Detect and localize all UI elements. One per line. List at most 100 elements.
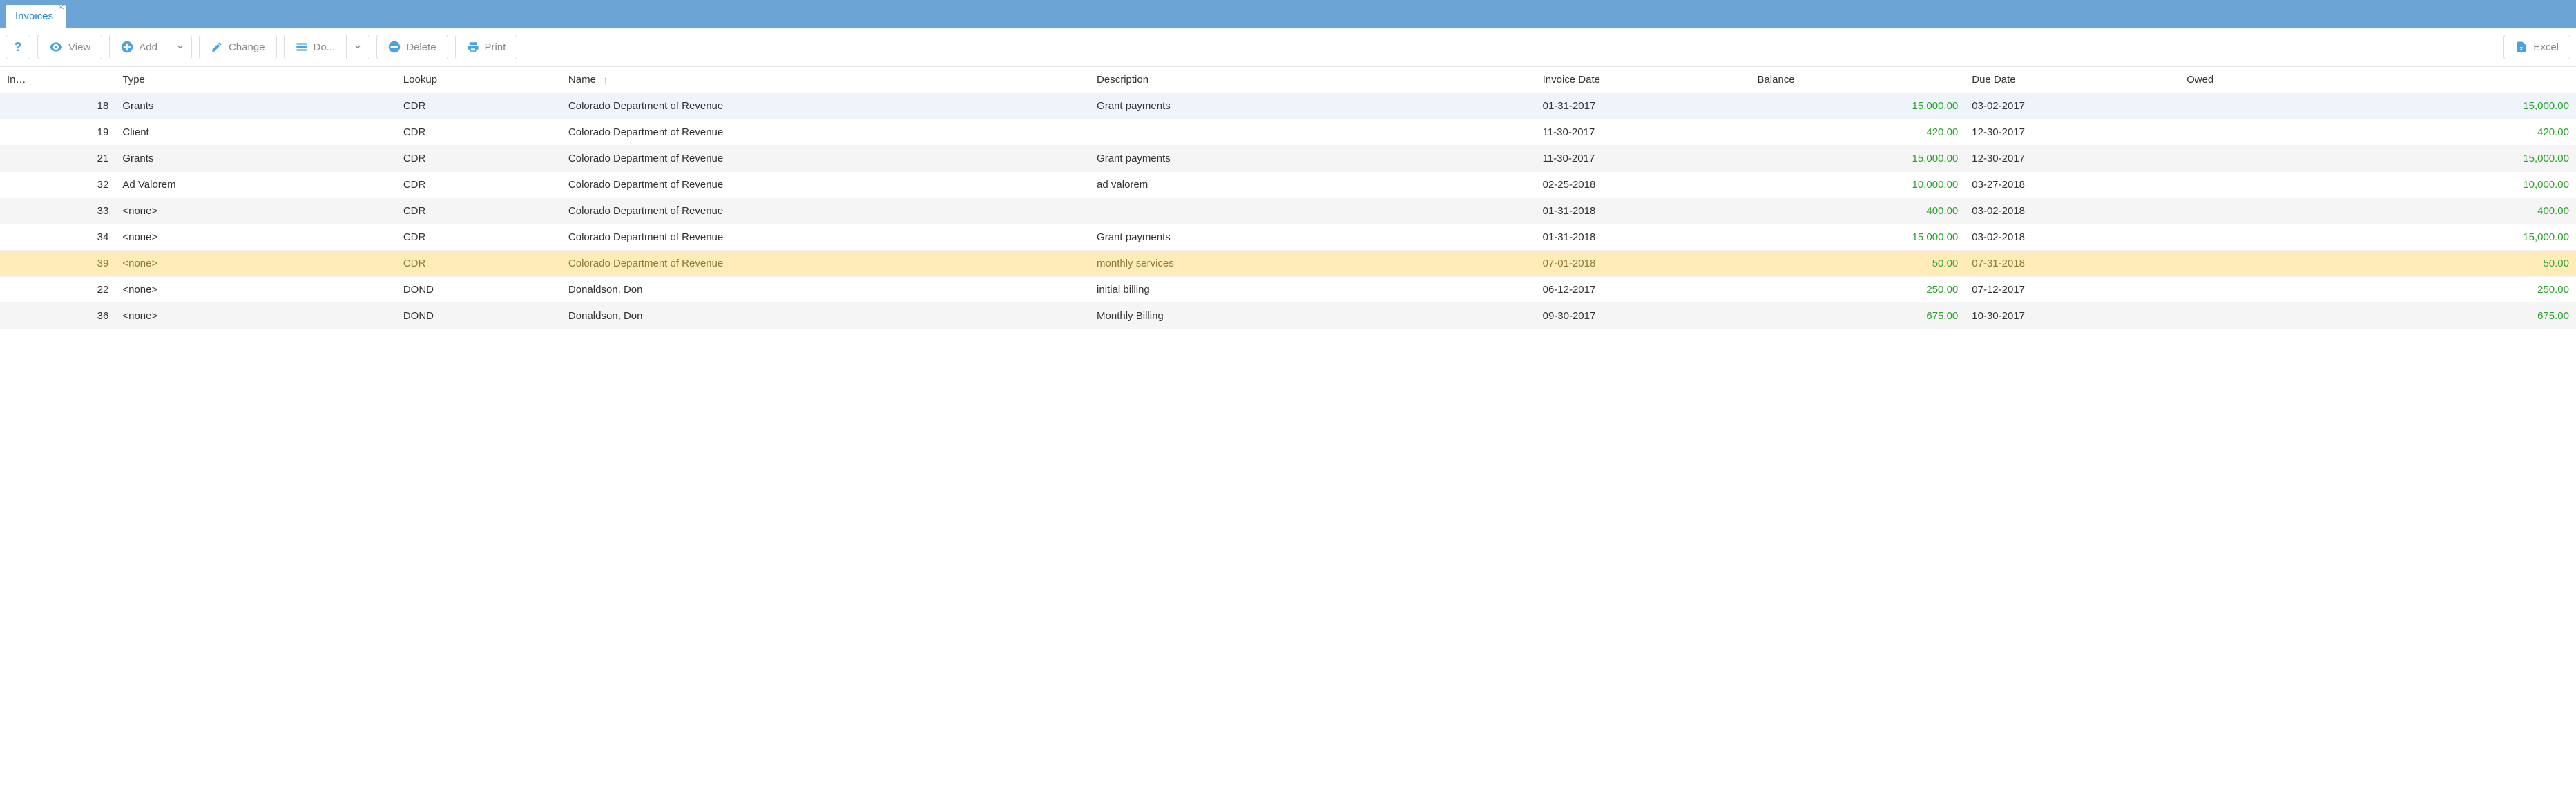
cell-owed: 15,000.00 bbox=[2180, 224, 2576, 251]
table-row[interactable]: 34<none>CDRColorado Department of Revenu… bbox=[0, 224, 2576, 251]
cell-description: Grant payments bbox=[1090, 93, 1536, 119]
help-button[interactable]: ? bbox=[6, 35, 30, 59]
excel-icon bbox=[2515, 41, 2528, 53]
cell-lookup: DOND bbox=[396, 303, 561, 329]
tab-invoices[interactable]: Invoices × bbox=[6, 5, 66, 28]
add-label: Add bbox=[139, 41, 157, 53]
table-row[interactable]: 39<none>CDRColorado Department of Revenu… bbox=[0, 251, 2576, 277]
cell-name: Donaldson, Don bbox=[561, 277, 1090, 303]
cell-type: <none> bbox=[115, 303, 396, 329]
app-root: Invoices × ? View Add bbox=[0, 0, 2576, 329]
view-button[interactable]: View bbox=[37, 35, 102, 59]
cell-balance: 675.00 bbox=[1750, 303, 1965, 329]
cell-index: 18 bbox=[0, 93, 115, 119]
delete-button[interactable]: Delete bbox=[376, 35, 448, 59]
cell-lookup: CDR bbox=[396, 119, 561, 146]
table-row[interactable]: 21GrantsCDRColorado Department of Revenu… bbox=[0, 146, 2576, 172]
cell-due-date: 12-30-2017 bbox=[1965, 146, 2180, 172]
table-row[interactable]: 18GrantsCDRColorado Department of Revenu… bbox=[0, 93, 2576, 119]
excel-button[interactable]: Excel bbox=[2503, 35, 2570, 59]
cell-invoice-date: 02-25-2018 bbox=[1536, 172, 1751, 198]
cell-due-date: 12-30-2017 bbox=[1965, 119, 2180, 146]
table-row[interactable]: 36<none>DONDDonaldson, DonMonthly Billin… bbox=[0, 303, 2576, 329]
table-row[interactable]: 33<none>CDRColorado Department of Revenu… bbox=[0, 198, 2576, 224]
header-bar: Invoices × bbox=[0, 0, 2576, 28]
cell-description: ad valorem bbox=[1090, 172, 1536, 198]
col-balance[interactable]: Balance bbox=[1750, 67, 1965, 93]
cell-lookup: CDR bbox=[396, 224, 561, 251]
sort-asc-icon: ↑ bbox=[603, 75, 608, 85]
cell-due-date: 10-30-2017 bbox=[1965, 303, 2180, 329]
cell-invoice-date: 01-31-2017 bbox=[1536, 93, 1751, 119]
cell-invoice-date: 11-30-2017 bbox=[1536, 119, 1751, 146]
table-row[interactable]: 22<none>DONDDonaldson, Doninitial billin… bbox=[0, 277, 2576, 303]
cell-balance: 420.00 bbox=[1750, 119, 1965, 146]
cell-name: Colorado Department of Revenue bbox=[561, 198, 1090, 224]
view-label: View bbox=[68, 41, 90, 53]
tab-close-icon[interactable]: × bbox=[58, 2, 64, 13]
cell-owed: 675.00 bbox=[2180, 303, 2576, 329]
cell-type: Client bbox=[115, 119, 396, 146]
cell-invoice-date: 06-12-2017 bbox=[1536, 277, 1751, 303]
cell-owed: 50.00 bbox=[2180, 251, 2576, 277]
col-description[interactable]: Description bbox=[1090, 67, 1536, 93]
cell-lookup: CDR bbox=[396, 93, 561, 119]
add-dropdown[interactable] bbox=[169, 35, 192, 59]
do-dropdown[interactable] bbox=[347, 35, 369, 59]
cell-due-date: 03-27-2018 bbox=[1965, 172, 2180, 198]
pencil-icon bbox=[211, 41, 223, 53]
cell-due-date: 03-02-2018 bbox=[1965, 198, 2180, 224]
cell-due-date: 07-12-2017 bbox=[1965, 277, 2180, 303]
cell-due-date: 03-02-2017 bbox=[1965, 93, 2180, 119]
col-lookup[interactable]: Lookup bbox=[396, 67, 561, 93]
cell-lookup: CDR bbox=[396, 172, 561, 198]
cell-invoice-date: 11-30-2017 bbox=[1536, 146, 1751, 172]
cell-lookup: DOND bbox=[396, 277, 561, 303]
cell-type: <none> bbox=[115, 198, 396, 224]
minus-circle-icon bbox=[388, 41, 401, 53]
cell-name: Donaldson, Don bbox=[561, 303, 1090, 329]
cell-balance: 15,000.00 bbox=[1750, 146, 1965, 172]
tab-title: Invoices bbox=[15, 10, 53, 22]
col-name[interactable]: Name ↑ bbox=[561, 67, 1090, 93]
col-due-date[interactable]: Due Date bbox=[1965, 67, 2180, 93]
cell-invoice-date: 01-31-2018 bbox=[1536, 224, 1751, 251]
col-owed[interactable]: Owed bbox=[2180, 67, 2576, 93]
print-button[interactable]: Print bbox=[455, 35, 518, 59]
do-button[interactable]: Do... bbox=[284, 35, 347, 59]
col-type[interactable]: Type bbox=[115, 67, 396, 93]
cell-due-date: 07-31-2018 bbox=[1965, 251, 2180, 277]
cell-description: Grant payments bbox=[1090, 224, 1536, 251]
cell-balance: 50.00 bbox=[1750, 251, 1965, 277]
cell-balance: 15,000.00 bbox=[1750, 224, 1965, 251]
cell-type: <none> bbox=[115, 224, 396, 251]
cell-type: Grants bbox=[115, 146, 396, 172]
cell-balance: 15,000.00 bbox=[1750, 93, 1965, 119]
cell-invoice-date: 09-30-2017 bbox=[1536, 303, 1751, 329]
cell-index: 36 bbox=[0, 303, 115, 329]
col-invoice-date[interactable]: Invoice Date bbox=[1536, 67, 1751, 93]
cell-owed: 420.00 bbox=[2180, 119, 2576, 146]
cell-type: Ad Valorem bbox=[115, 172, 396, 198]
cell-name: Colorado Department of Revenue bbox=[561, 119, 1090, 146]
change-button[interactable]: Change bbox=[199, 35, 277, 59]
chevron-down-icon bbox=[176, 43, 184, 51]
chevron-down-icon bbox=[354, 43, 362, 51]
add-button[interactable]: Add bbox=[109, 35, 169, 59]
cell-index: 39 bbox=[0, 251, 115, 277]
col-index[interactable]: In… bbox=[0, 67, 115, 93]
cell-owed: 10,000.00 bbox=[2180, 172, 2576, 198]
delete-label: Delete bbox=[406, 41, 436, 53]
cell-index: 19 bbox=[0, 119, 115, 146]
table-row[interactable]: 32Ad ValoremCDRColorado Department of Re… bbox=[0, 172, 2576, 198]
cell-type: <none> bbox=[115, 251, 396, 277]
excel-label: Excel bbox=[2533, 41, 2559, 53]
cell-due-date: 03-02-2018 bbox=[1965, 224, 2180, 251]
do-label: Do... bbox=[314, 41, 336, 53]
table-header-row: In… Type Lookup Name ↑ Description Invoi… bbox=[0, 67, 2576, 93]
cell-owed: 250.00 bbox=[2180, 277, 2576, 303]
cell-index: 33 bbox=[0, 198, 115, 224]
table-row[interactable]: 19ClientCDRColorado Department of Revenu… bbox=[0, 119, 2576, 146]
cell-description bbox=[1090, 119, 1536, 146]
printer-icon bbox=[467, 41, 479, 53]
